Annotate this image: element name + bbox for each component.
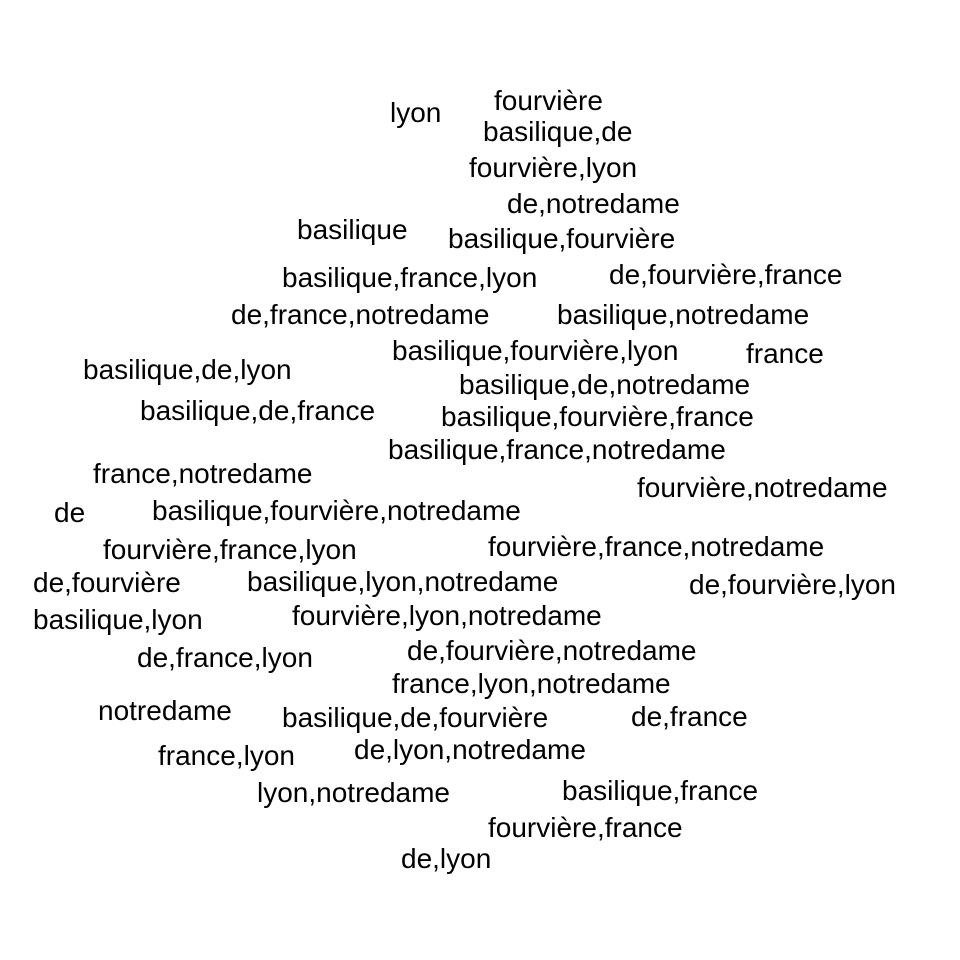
word: de,lyon,notredame <box>354 734 586 765</box>
word: basilique,fourvière,france <box>441 401 754 432</box>
word: de,notredame <box>507 188 680 219</box>
word: basilique,fourvière <box>448 223 676 254</box>
word: de,fourvière,france <box>609 259 843 290</box>
word: basilique,notredame <box>557 299 810 330</box>
word: france <box>746 338 824 369</box>
word: basilique,de,notredame <box>459 369 751 400</box>
word: fourvière,france,lyon <box>103 534 357 565</box>
word: de,lyon <box>401 843 492 874</box>
word: basilique,lyon,notredame <box>247 566 559 597</box>
word: de,france,lyon <box>137 642 313 673</box>
word: basilique <box>297 214 408 245</box>
word: fourvière,lyon,notredame <box>292 600 602 631</box>
word: france,notredame <box>93 458 313 489</box>
word-cloud: lyon fourvière basilique,de fourvière,ly… <box>0 0 960 960</box>
word: basilique,fourvière,notredame <box>152 495 521 526</box>
word: basilique,france <box>562 775 759 806</box>
word: basilique,de <box>483 116 633 147</box>
word: de,fourvière,notredame <box>407 635 697 666</box>
word: lyon,notredame <box>257 777 451 808</box>
word: notredame <box>98 695 232 726</box>
word: de,france <box>631 701 748 732</box>
word: de <box>54 497 86 528</box>
word: basilique,france,notredame <box>388 434 726 465</box>
word: fourvière,notredame <box>637 472 888 503</box>
word: de,france,notredame <box>231 299 490 330</box>
word: fourvière,france <box>488 812 683 843</box>
word: lyon <box>390 97 442 128</box>
word: basilique,lyon <box>33 604 203 635</box>
word: fourvière <box>494 85 603 116</box>
word: france,lyon,notredame <box>392 668 671 699</box>
word: france,lyon <box>158 740 295 771</box>
word: fourvière,france,notredame <box>488 531 825 562</box>
word: basilique,fourvière,lyon <box>392 335 679 366</box>
word: de,fourvière <box>33 567 181 598</box>
word: basilique,de,france <box>140 395 376 426</box>
word: basilique,de,fourvière <box>282 702 549 733</box>
word: fourvière,lyon <box>469 152 638 183</box>
word: de,fourvière,lyon <box>689 569 897 600</box>
word: basilique,de,lyon <box>83 354 292 385</box>
word: basilique,france,lyon <box>282 262 538 293</box>
